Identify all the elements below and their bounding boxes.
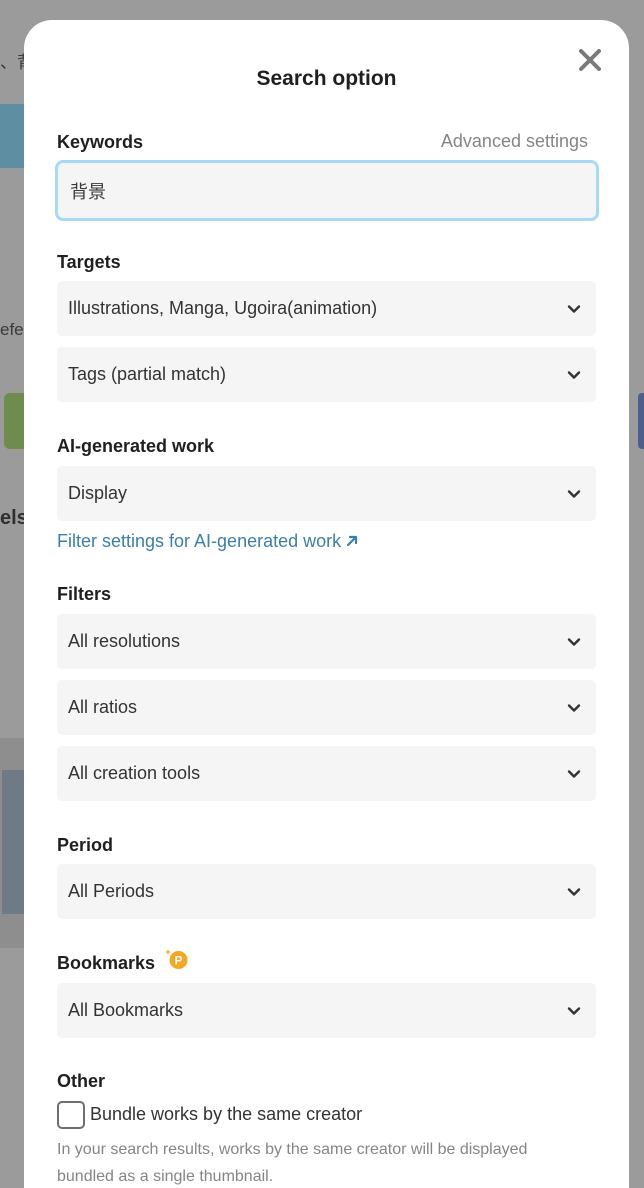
filters-label: Filters xyxy=(57,584,112,604)
keywords-label: Keywords xyxy=(57,132,144,152)
chevron-down-icon xyxy=(567,490,581,498)
modal-title: Search option xyxy=(256,67,397,90)
bookmarks-value: All Bookmarks xyxy=(68,1000,184,1020)
advanced-settings-link[interactable]: Advanced settings xyxy=(441,131,588,152)
keywords-input[interactable] xyxy=(55,160,599,221)
targets-match-value: Tags (partial match) xyxy=(68,364,227,384)
bundle-creator-checkbox[interactable] xyxy=(57,1101,85,1129)
ratio-select[interactable]: All ratios xyxy=(57,680,596,735)
chevron-down-icon xyxy=(567,1007,581,1015)
ai-generated-select[interactable]: Display xyxy=(57,466,596,521)
bundle-creator-label[interactable]: Bundle works by the same creator xyxy=(90,1104,362,1125)
ai-filter-settings-text: Filter settings for AI-generated work xyxy=(57,531,342,551)
premium-badge-letter: P xyxy=(174,954,182,968)
period-label: Period xyxy=(57,835,114,855)
premium-p-icon: P xyxy=(165,949,188,969)
chevron-down-icon xyxy=(567,770,581,778)
chevron-down-icon xyxy=(567,371,581,379)
creation-tools-select[interactable]: All creation tools xyxy=(57,746,596,801)
chevron-down-icon xyxy=(567,888,581,896)
external-arrow-icon xyxy=(347,535,358,547)
ratio-value: All ratios xyxy=(68,697,138,717)
targets-type-select[interactable]: Illustrations, Manga, Ugoira(animation) xyxy=(57,281,596,336)
resolution-value: All resolutions xyxy=(68,631,181,651)
ai-generated-label: AI-generated work xyxy=(57,436,215,456)
bookmarks-label: Bookmarks xyxy=(57,953,156,973)
close-x-icon xyxy=(579,49,601,71)
creation-tools-value: All creation tools xyxy=(68,763,201,783)
targets-match-select[interactable]: Tags (partial match) xyxy=(57,347,596,402)
bundle-creator-help-text: In your search results, works by the sam… xyxy=(57,1141,528,1185)
chevron-down-icon xyxy=(567,638,581,646)
close-button[interactable] xyxy=(577,47,603,73)
background-right-button xyxy=(638,393,644,449)
ai-filter-settings-link[interactable]: Filter settings for AI-generated work xyxy=(57,531,359,552)
ai-generated-value: Display xyxy=(68,483,128,503)
resolution-select[interactable]: All resolutions xyxy=(57,614,596,669)
bookmarks-select[interactable]: All Bookmarks xyxy=(57,983,596,1038)
other-label: Other xyxy=(57,1071,106,1091)
targets-type-value: Illustrations, Manga, Ugoira(animation) xyxy=(68,298,378,318)
targets-label: Targets xyxy=(57,252,121,272)
background-text-fragment: efe xyxy=(0,320,24,339)
chevron-down-icon xyxy=(567,305,581,313)
chevron-down-icon xyxy=(567,704,581,712)
search-option-modal: Search option Keywords Advanced settings… xyxy=(24,20,629,1188)
period-value: All Periods xyxy=(68,881,155,901)
period-select[interactable]: All Periods xyxy=(57,864,596,919)
